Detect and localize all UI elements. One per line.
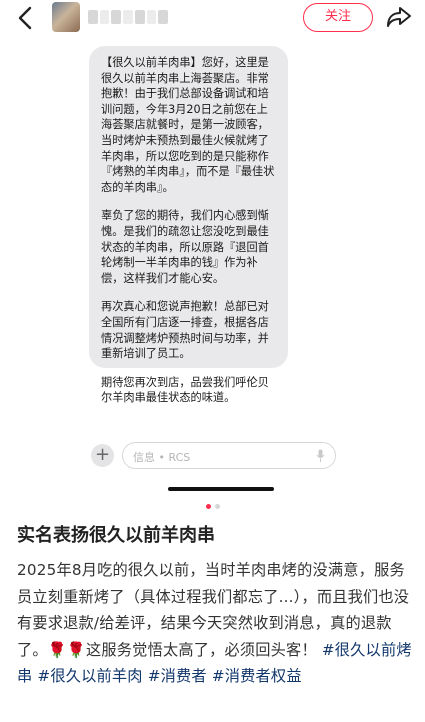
hashtag-link[interactable]: #很久以前羊肉	[37, 667, 142, 685]
pager-dot[interactable]	[214, 504, 220, 509]
post-title: 实名表扬很久以前羊肉串	[17, 525, 215, 546]
message-paragraph: 辜负了您的期待，我们内心感到惭愧。是我们的疏忽让您没吃到最佳状态的羊肉串，所以原…	[101, 209, 269, 285]
top-bar: 关注	[0, 0, 425, 36]
post-body-text-2: 这服务觉悟太高了，必须回头客！	[86, 640, 317, 659]
message-input: 信息 • RCS	[122, 442, 336, 469]
pager-dot-active[interactable]	[205, 504, 211, 509]
message-paragraph: 再次真心和您说声抱歉！总部已对全国所有门店逐一排查，根据各店情况调整烤炉预热时间…	[101, 300, 269, 361]
message-paragraph: 【很久以前羊肉串】您好，这里是很久以前羊肉串上海荟聚店。非常抱歉！由于我们总部设…	[101, 56, 275, 194]
message-paragraph: 期待您再次到店，品尝我们呼伦贝尔羊肉串最佳状态的味道。	[101, 375, 269, 405]
add-attachment-button: +	[91, 444, 114, 467]
carousel-pager	[0, 504, 425, 512]
user-name-blurred[interactable]	[88, 10, 169, 24]
follow-button[interactable]: 关注	[303, 3, 373, 32]
share-icon[interactable]	[386, 5, 412, 29]
rose-emoji: 🌹🌹	[47, 640, 87, 659]
post-body: 2025年8月吃的很久以前，当时羊肉串烤的没满意，服务员立刻重新烤了（具体过程我…	[17, 557, 412, 690]
message-bubble: 【很久以前羊肉串】您好，这里是很久以前羊肉串上海荟聚店。非常抱歉！由于我们总部设…	[89, 46, 288, 404]
avatar[interactable]	[52, 2, 80, 32]
microphone-icon	[316, 449, 325, 462]
message-input-placeholder: 信息 • RCS	[133, 451, 191, 464]
home-indicator	[168, 487, 274, 491]
back-arrow-icon[interactable]	[14, 4, 38, 32]
message-screenshot: 【很久以前羊肉串】您好，这里是很久以前羊肉串上海荟聚店。非常抱歉！由于我们总部设…	[0, 36, 425, 498]
hashtag-link[interactable]: #消费者	[148, 667, 207, 685]
hashtag-link[interactable]: #消费者权益	[212, 667, 302, 685]
